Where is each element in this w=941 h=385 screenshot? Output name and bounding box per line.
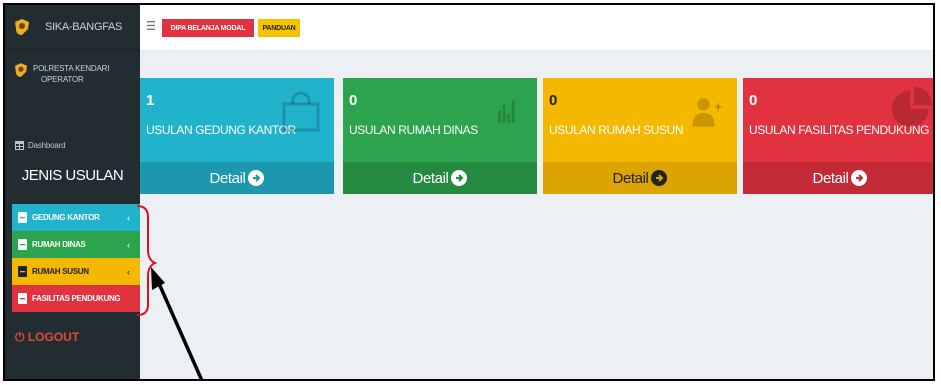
document-icon — [18, 212, 27, 223]
document-icon — [18, 293, 27, 304]
jenis-usulan-menu: GEDUNG KANTOR ‹ RUMAH DINAS ‹ RUMAH SUSU… — [12, 204, 140, 312]
detail-link[interactable]: Detail — [543, 162, 737, 194]
document-icon — [18, 266, 27, 277]
police-logo-icon — [15, 63, 27, 77]
sidebar-item-dashboard[interactable]: Dashboard — [5, 135, 140, 155]
detail-label: Detail — [209, 169, 246, 187]
detail-link[interactable]: Detail — [140, 162, 334, 194]
logout-label: LOGOUT — [27, 330, 80, 344]
box-count: 0 — [749, 92, 758, 109]
top-navbar: DIPA BELANJA MODAL PANDUAN — [140, 5, 933, 51]
detail-label: Detail — [612, 169, 649, 187]
sidebar-item-rumah-dinas[interactable]: RUMAH DINAS ‹ — [12, 231, 140, 258]
user-panel: POLRESTA KENDARI OPERATOR — [5, 50, 140, 110]
panduan-button[interactable]: PANDUAN — [258, 19, 300, 37]
box-title: USULAN RUMAH DINAS — [349, 123, 478, 137]
pie-chart-icon — [891, 86, 933, 128]
box-usulan-rumah-susun: 0 USULAN RUMAH SUSUN Detail — [543, 78, 737, 194]
user-role: OPERATOR — [41, 75, 84, 84]
bar-chart-icon — [498, 100, 515, 123]
shopping-bag-icon — [282, 91, 320, 132]
arrow-annotation-head — [151, 267, 165, 290]
detail-label: Detail — [412, 169, 449, 187]
power-icon: ⏻ — [15, 330, 25, 344]
sidebar: SIKA-BANGFAS POLRESTA KENDARI OPERATOR D… — [5, 5, 140, 379]
police-logo-icon — [15, 19, 29, 35]
sidebar-item-label: RUMAH SUSUN — [32, 267, 89, 276]
box-title: USULAN RUMAH SUSUN — [549, 123, 684, 137]
box-usulan-gedung-kantor: 1 USULAN GEDUNG KANTOR Detail — [140, 78, 334, 194]
box-usulan-rumah-dinas: 0 USULAN RUMAH DINAS Detail — [343, 78, 537, 194]
arrow-circle-right-icon — [248, 170, 265, 186]
sidebar-item-label: FASILITAS PENDUKUNG — [32, 294, 121, 303]
sidebar-item-gedung-kantor[interactable]: GEDUNG KANTOR ‹ — [12, 204, 140, 231]
sidebar-item-rumah-susun[interactable]: RUMAH SUSUN ‹ — [12, 258, 140, 285]
table-icon — [15, 140, 24, 150]
chevron-left-icon: ‹ — [127, 266, 130, 277]
box-title: USULAN GEDUNG KANTOR — [146, 123, 296, 137]
detail-label: Detail — [812, 169, 849, 187]
sidebar-item-label: RUMAH DINAS — [32, 240, 86, 249]
arrow-circle-right-icon — [851, 170, 868, 186]
detail-link[interactable]: Detail — [343, 162, 537, 194]
section-title: JENIS USULAN — [21, 167, 124, 184]
app-window: SIKA-BANGFAS POLRESTA KENDARI OPERATOR D… — [3, 3, 935, 381]
arrow-annotation-shaft — [155, 278, 204, 379]
sidebar-item-label: Dashboard — [28, 140, 66, 150]
sidebar-item-label: GEDUNG KANTOR — [32, 213, 100, 222]
dipa-belanja-modal-button[interactable]: DIPA BELANJA MODAL — [162, 19, 254, 37]
logout-link[interactable]: ⏻ LOGOUT — [15, 330, 79, 345]
box-count: 0 — [349, 92, 358, 109]
box-count: 1 — [146, 92, 155, 109]
hamburger-menu-icon[interactable] — [147, 21, 155, 30]
user-name: POLRESTA KENDARI — [33, 64, 110, 73]
arrow-circle-right-icon — [651, 170, 668, 186]
user-add-icon — [692, 98, 722, 127]
brand-bar[interactable]: SIKA-BANGFAS — [5, 5, 140, 50]
app-name: SIKA-BANGFAS — [45, 21, 123, 33]
chevron-left-icon: ‹ — [127, 212, 130, 223]
arrow-circle-right-icon — [451, 170, 468, 186]
detail-link[interactable]: Detail — [743, 162, 933, 194]
document-icon — [18, 239, 27, 250]
box-usulan-fasilitas-pendukung: 0 USULAN FASILITAS PENDUKUNG Detail — [743, 78, 933, 194]
chevron-left-icon: ‹ — [127, 239, 130, 250]
sidebar-item-fasilitas-pendukung[interactable]: FASILITAS PENDUKUNG — [12, 285, 140, 312]
box-count: 0 — [549, 92, 558, 109]
